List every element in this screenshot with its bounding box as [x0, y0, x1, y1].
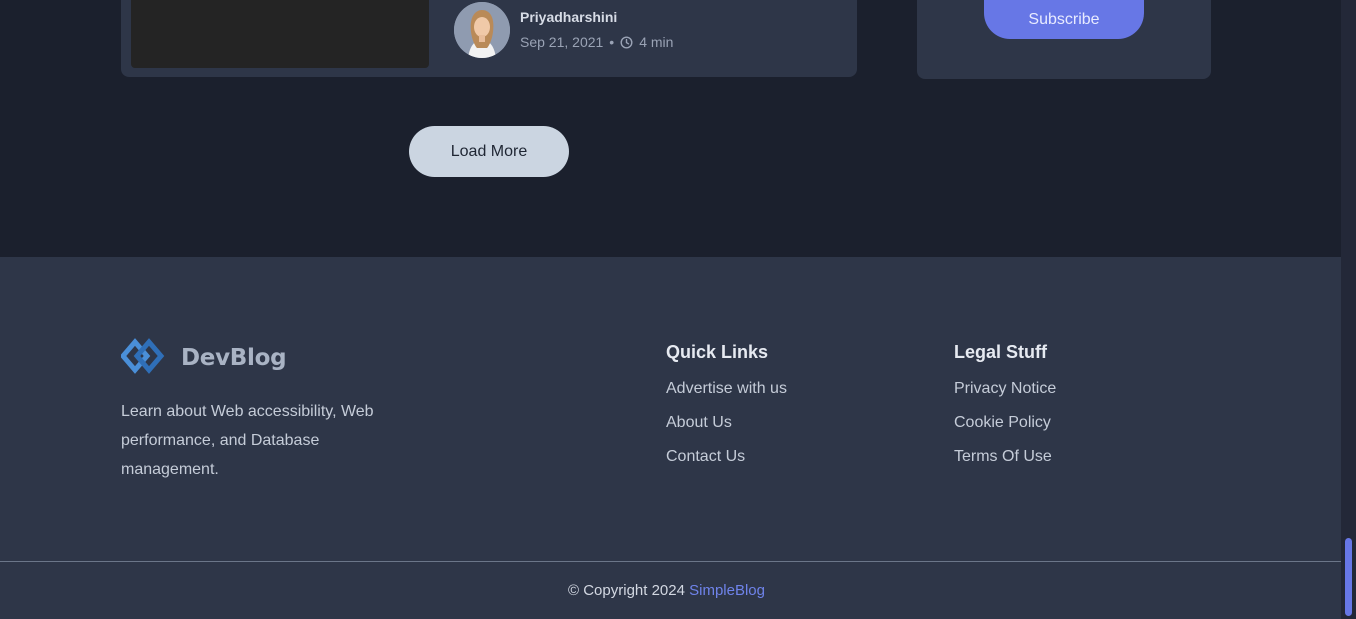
post-thumbnail[interactable]	[131, 0, 429, 68]
load-more-button[interactable]: Load More	[409, 126, 569, 177]
read-time: 4 min	[639, 34, 674, 50]
post-date: Sep 21, 2021	[520, 34, 604, 50]
site-footer: DevBlog Learn about Web accessibility, W…	[0, 257, 1341, 619]
link-contact-us[interactable]: Contact Us	[666, 448, 787, 482]
link-cookie-policy[interactable]: Cookie Policy	[954, 414, 1056, 448]
brand-description: Learn about Web accessibility, Web perfo…	[121, 403, 374, 478]
legal-title: Legal Stuff	[954, 342, 1047, 362]
link-terms-of-use[interactable]: Terms Of Use	[954, 448, 1056, 482]
avatar	[454, 2, 510, 58]
subscribe-card: Subscribe	[917, 0, 1211, 79]
meta-separator: •	[609, 34, 615, 50]
scrollbar-track[interactable]	[1341, 0, 1356, 619]
post-meta: Sep 21, 2021 • 4 min	[520, 34, 673, 50]
brand-name: DevBlog	[181, 345, 287, 371]
link-privacy-notice[interactable]: Privacy Notice	[954, 380, 1056, 414]
copyright-text: © Copyright 2024	[568, 582, 685, 599]
footer-divider	[0, 561, 1341, 562]
clock-icon	[620, 35, 633, 49]
post-card[interactable]: Priyadharshini Sep 21, 2021 • 4 min	[121, 0, 857, 77]
copyright-link[interactable]: SimpleBlog	[689, 582, 765, 599]
scrollbar-thumb[interactable]	[1345, 538, 1352, 616]
subscribe-button[interactable]: Subscribe	[984, 0, 1144, 39]
quick-links-title: Quick Links	[666, 342, 769, 362]
blog-section: Priyadharshini Sep 21, 2021 • 4 min Subs…	[0, 0, 1341, 257]
quick-links-column: Quick Links Advertise with us About Us C…	[666, 342, 787, 482]
link-advertise[interactable]: Advertise with us	[666, 380, 787, 414]
link-about-us[interactable]: About Us	[666, 414, 787, 448]
footer-brand[interactable]: DevBlog	[119, 336, 287, 380]
post-author[interactable]: Priyadharshini	[520, 9, 617, 25]
devblog-logo-icon	[119, 336, 175, 380]
legal-column: Legal Stuff Privacy Notice Cookie Policy…	[954, 342, 1056, 482]
copyright: © Copyright 2024 SimpleBlog	[0, 582, 1333, 599]
